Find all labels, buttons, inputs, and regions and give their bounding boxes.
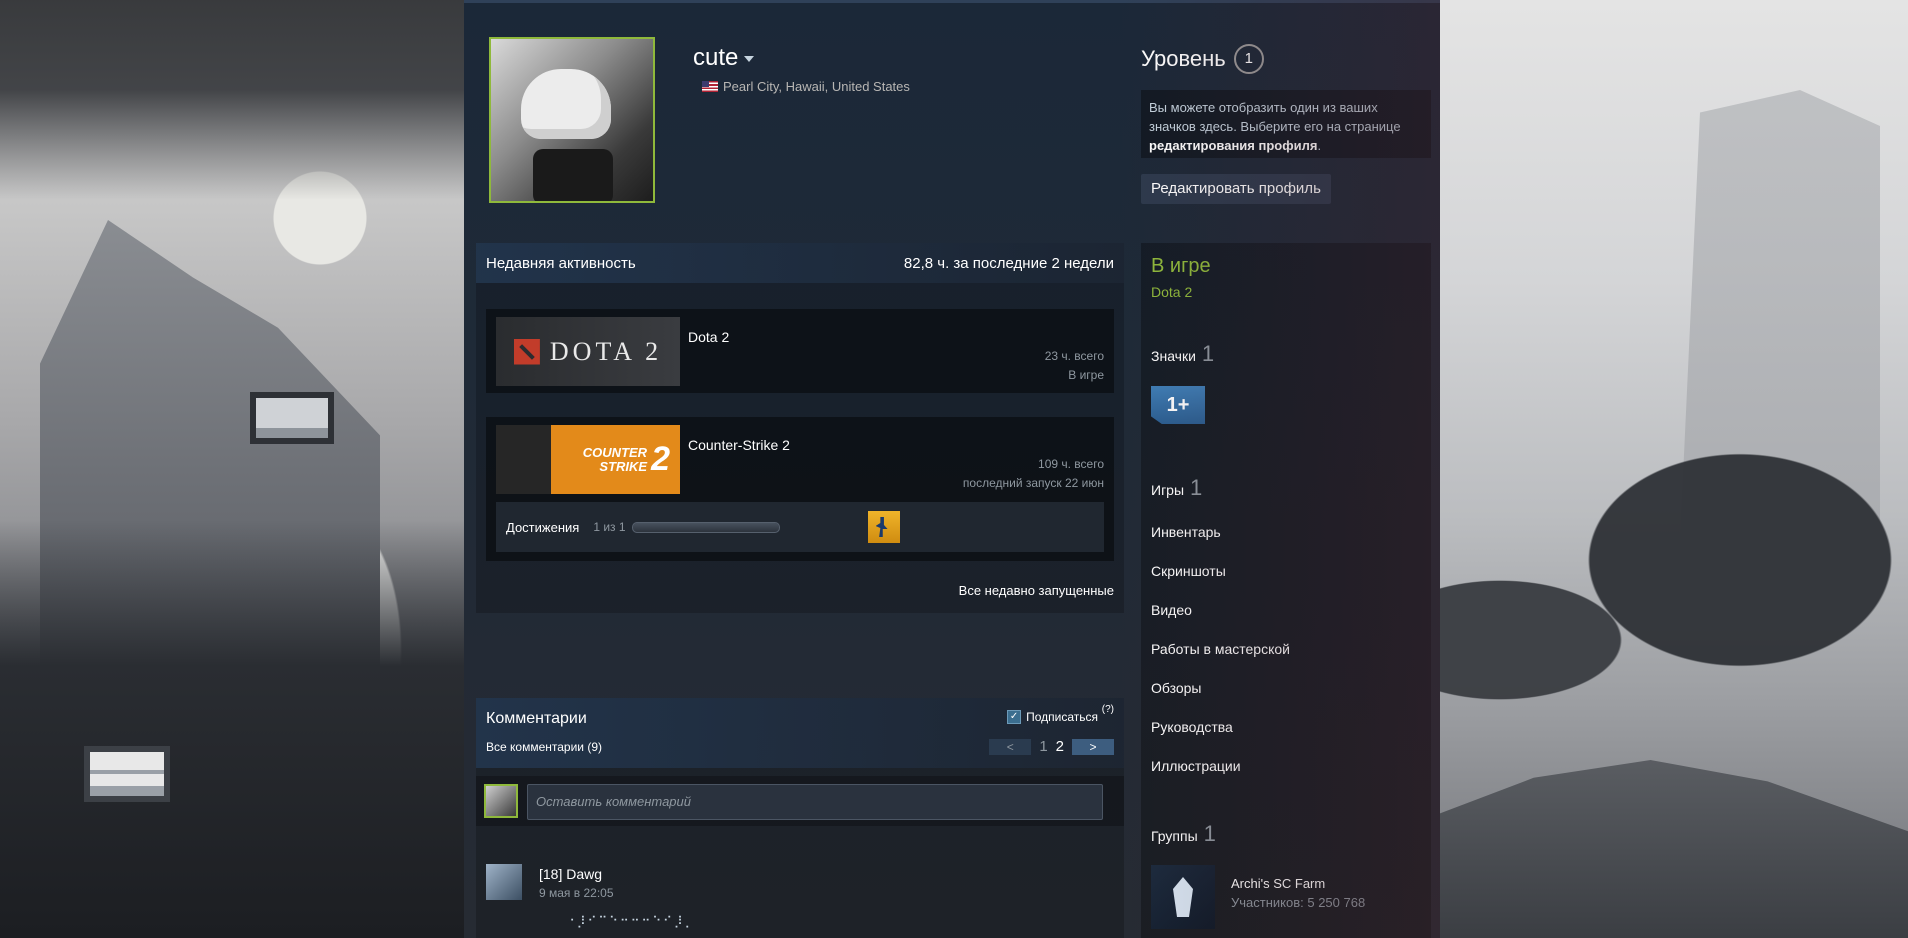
- recent-activity-header: Недавняя активность 82,8 ч. за последние…: [476, 243, 1124, 283]
- comments-header: Комментарии Все комментарии (9) ✓ Подпис…: [476, 698, 1124, 768]
- badge-note-suffix: .: [1317, 138, 1322, 153]
- profile-sidebar: В игре Dota 2 Значки 1 1+ Игры 1 Инвента…: [1141, 243, 1431, 938]
- checkmark-icon: ✓: [1007, 710, 1022, 724]
- background-rocks: [1440, 760, 1908, 938]
- level-label: Уровень: [1141, 46, 1226, 71]
- top-border: [464, 0, 1440, 3]
- cs2-logo-text: COUNTER STRIKE: [582, 444, 648, 474]
- featured-badge-note: Вы можете отобразить один из ваших значк…: [1141, 90, 1431, 158]
- cs2-capsule[interactable]: COUNTER STRIKE 2: [496, 425, 680, 494]
- avatar-figure-legs: [533, 149, 613, 201]
- sidebar-link-screenshots[interactable]: Скриншоты: [1151, 563, 1226, 579]
- game-card-dota2: DOTA 2 Dota 2 23 ч. всего В игре: [486, 309, 1114, 393]
- edit-profile-button[interactable]: Редактировать профиль: [1141, 174, 1331, 204]
- cs2-logo-line2: STRIKE: [599, 458, 648, 474]
- pager-prev-button[interactable]: <: [989, 738, 1032, 755]
- level-badge[interactable]: 1: [1233, 44, 1264, 74]
- badge-icon[interactable]: 1+: [1151, 386, 1205, 424]
- sidebar-link-reviews[interactable]: Обзоры: [1151, 680, 1202, 696]
- ingame-status: В игре: [1151, 255, 1211, 277]
- us-flag-icon: [702, 81, 718, 92]
- subscribe-label: Подписаться: [1026, 710, 1098, 724]
- group-avatar[interactable]: [1151, 865, 1215, 929]
- game-title[interactable]: Counter-Strike 2: [688, 437, 790, 453]
- ingame-game[interactable]: Dota 2: [1151, 284, 1192, 300]
- pager-next-button[interactable]: >: [1072, 738, 1114, 755]
- comments-title: Комментарии: [486, 710, 587, 727]
- group-members: Участников: 5 250 768: [1231, 895, 1366, 910]
- comment-text: ⠐⡸⠊⠉⠑⠒⠒⠒⠑⠊⡸⡀: [566, 914, 696, 928]
- recent-activity-summary: 82,8 ч. за последние 2 недели: [903, 254, 1114, 272]
- achievements-progress-bar: [631, 521, 780, 533]
- sidebar-link-workshop[interactable]: Работы в мастерской: [1151, 641, 1290, 657]
- help-icon[interactable]: (?): [1102, 704, 1114, 715]
- edit-profile-link[interactable]: редактирования профиля: [1149, 138, 1317, 153]
- background-tree-canopy: [0, 0, 464, 200]
- badges-count: 1: [1201, 341, 1215, 366]
- recent-activity-title: Недавняя активность: [486, 254, 636, 272]
- game-status: В игре: [1068, 368, 1104, 382]
- group-name[interactable]: Archi's SC Farm: [1231, 876, 1325, 891]
- comment-time: 9 мая в 22:05: [539, 886, 614, 900]
- sidebar-link-inventory[interactable]: Инвентарь: [1151, 524, 1221, 540]
- groups-section-link[interactable]: Группы 1: [1151, 821, 1216, 847]
- persona-name: cute: [693, 44, 739, 71]
- profile-location: Pearl City, Hawaii, United States: [702, 79, 910, 94]
- chevron-down-icon: [744, 55, 755, 62]
- groups-count: 1: [1203, 821, 1216, 846]
- background-art-left: [0, 0, 464, 938]
- comment-author[interactable]: [18] Dawg: [539, 866, 602, 882]
- all-comments-link[interactable]: Все комментарии (9): [486, 740, 602, 754]
- profile-main: cute Pearl City, Hawaii, United States Н…: [464, 0, 1440, 938]
- badges-section-link[interactable]: Значки 1: [1151, 341, 1214, 367]
- game-hours: 109 ч. всего: [1038, 457, 1104, 471]
- groups-label: Группы: [1151, 828, 1198, 844]
- achievements-row[interactable]: Достижения 1 из 1: [496, 502, 1104, 552]
- game-hours: 23 ч. всего: [1044, 349, 1104, 363]
- badge-note-text: Вы можете отобразить один из ваших значк…: [1149, 100, 1401, 134]
- commenter-avatar[interactable]: [486, 864, 522, 900]
- sidebar-link-videos[interactable]: Видео: [1151, 602, 1192, 618]
- background-art-right: [1440, 0, 1908, 938]
- sidebar-link-guides[interactable]: Руководства: [1151, 719, 1233, 735]
- game-status: последний запуск 22 июн: [962, 476, 1104, 490]
- avatar-figure-hood: [521, 69, 611, 139]
- comment-compose: Оставить комментарий: [476, 776, 1124, 826]
- background-foliage: [0, 520, 464, 938]
- background-sign-upper: [250, 392, 334, 444]
- achievements-label: Достижения: [506, 519, 580, 535]
- badges-label: Значки: [1151, 348, 1196, 364]
- location-text: Pearl City, Hawaii, United States: [723, 79, 910, 94]
- recent-activity-panel: Недавняя активность 82,8 ч. за последние…: [476, 243, 1124, 613]
- background-sign-lower: [84, 746, 170, 802]
- sidebar-link-artwork[interactable]: Иллюстрации: [1151, 758, 1241, 774]
- comment-input[interactable]: Оставить комментарий: [527, 784, 1103, 820]
- achievements-progress-fill: [632, 522, 779, 532]
- pager-page-2[interactable]: 2: [1056, 738, 1064, 755]
- comments-panel: Комментарии Все комментарии (9) ✓ Подпис…: [476, 698, 1124, 938]
- dota2-logo-text: DOTA 2: [549, 336, 663, 366]
- own-avatar: [484, 784, 518, 818]
- cs2-logo-number: 2: [651, 440, 670, 478]
- all-recent-link[interactable]: Все недавно запущенные: [959, 583, 1114, 598]
- profile-avatar[interactable]: [489, 37, 655, 203]
- pager-page-1[interactable]: 1: [1039, 738, 1047, 755]
- achievements-count: 1 из 1: [593, 520, 626, 534]
- cs2-logo-line1: COUNTER: [582, 444, 648, 460]
- comments-pager: < 1 2 >: [989, 738, 1114, 755]
- achievement-icon[interactable]: [867, 511, 900, 543]
- games-count: 1: [1190, 475, 1203, 500]
- dota2-capsule[interactable]: DOTA 2: [496, 317, 680, 386]
- games-label: Игры: [1151, 482, 1185, 498]
- dota2-logo-icon: [513, 338, 540, 365]
- game-card-cs2: COUNTER STRIKE 2 Counter-Strike 2 109 ч.…: [486, 417, 1114, 561]
- persona-name-dropdown[interactable]: cute: [693, 44, 755, 72]
- subscribe-checkbox[interactable]: ✓ Подписаться: [1007, 710, 1098, 724]
- profile-level: Уровень 1: [1141, 44, 1264, 74]
- background-tree: [1440, 440, 1908, 770]
- games-section-link[interactable]: Игры 1: [1151, 475, 1202, 501]
- game-title[interactable]: Dota 2: [688, 329, 729, 345]
